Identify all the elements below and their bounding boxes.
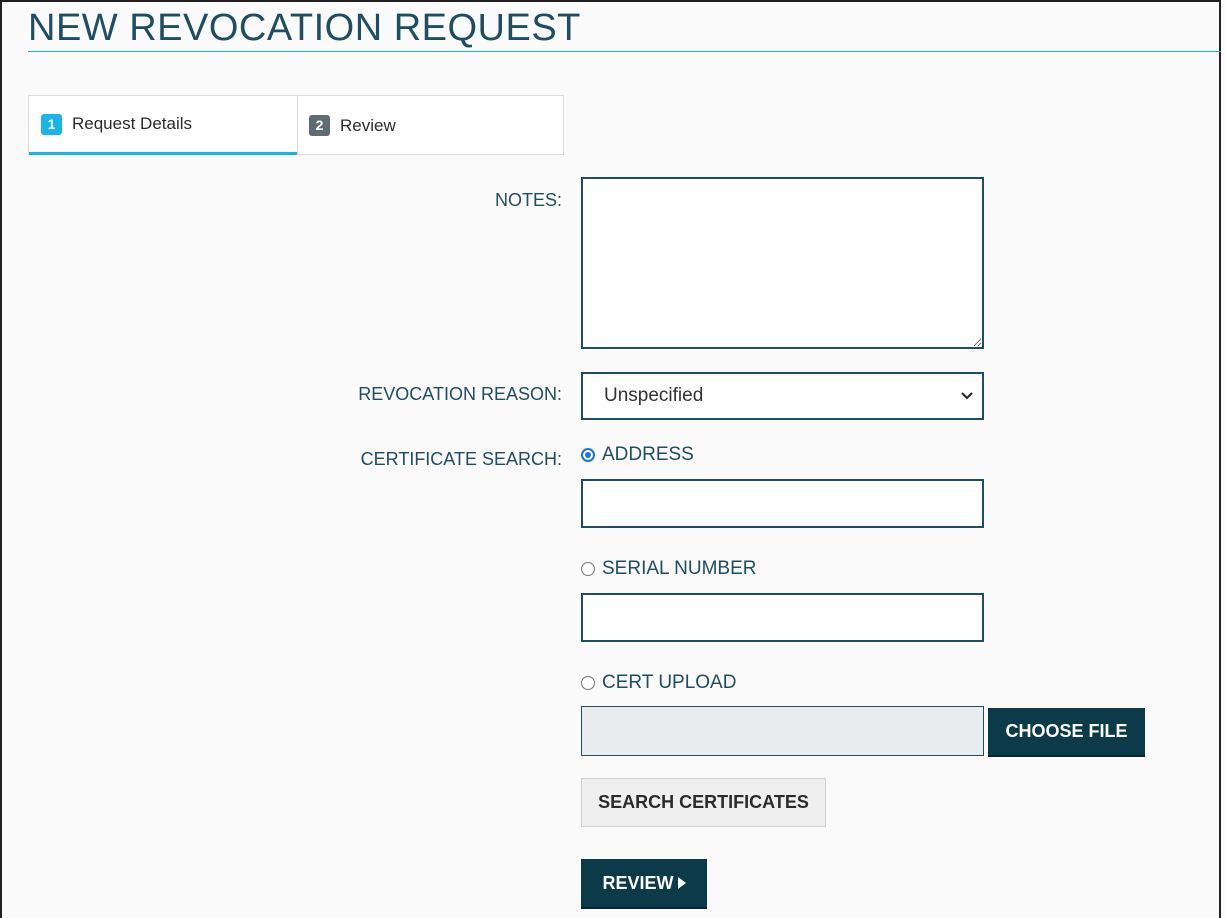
address-option-label: ADDRESS	[602, 444, 694, 465]
selected-reason: Unspecified	[604, 385, 704, 406]
cert-upload-option-label: CERT UPLOAD	[602, 672, 737, 693]
tab-label: Request Details	[72, 114, 193, 133]
address-radio[interactable]	[581, 448, 595, 462]
title-divider	[28, 51, 1221, 52]
address-input[interactable]	[581, 479, 984, 528]
tab-review[interactable]: 2 Review	[297, 96, 564, 155]
certificate-search-label: CERTIFICATE SEARCH:	[360, 449, 562, 469]
search-certificates-button[interactable]: SEARCH CERTIFICATES	[581, 778, 826, 827]
revocation-reason-label: REVOCATION REASON:	[358, 384, 562, 404]
serial-number-option-label: SERIAL NUMBER	[602, 558, 757, 579]
review-button[interactable]: REVIEW	[581, 859, 707, 909]
cert-upload-radio[interactable]	[581, 676, 595, 690]
chevron-down-icon	[961, 392, 973, 400]
serial-number-radio[interactable]	[581, 562, 595, 576]
serial-number-option[interactable]: SERIAL NUMBER	[581, 558, 757, 580]
serial-number-input[interactable]	[581, 593, 984, 642]
wizard-tabs: 1 Request Details 2 Review	[28, 95, 564, 155]
step-number-badge: 2	[309, 115, 330, 136]
tab-label: Review	[340, 115, 396, 135]
step-number-badge: 1	[41, 113, 62, 135]
notes-textarea[interactable]	[581, 177, 984, 349]
cert-upload-option[interactable]: CERT UPLOAD	[581, 672, 736, 694]
review-button-label: REVIEW	[602, 872, 674, 893]
page-title: NEW REVOCATION REQUEST	[28, 7, 581, 49]
notes-label: NOTES:	[494, 190, 562, 210]
file-path-field	[581, 706, 984, 756]
choose-file-button[interactable]: CHOOSE FILE	[988, 708, 1145, 757]
address-option[interactable]: ADDRESS	[581, 444, 694, 466]
tab-request-details[interactable]: 1 Request Details	[29, 96, 297, 155]
play-arrow-icon	[677, 877, 686, 889]
revocation-reason-select[interactable]: Unspecified	[581, 372, 984, 420]
